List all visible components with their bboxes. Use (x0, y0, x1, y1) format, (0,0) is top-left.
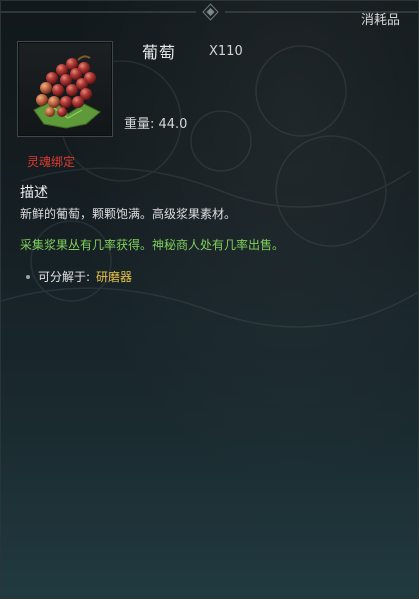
bullet-icon (26, 274, 30, 279)
grape-cluster-icon (33, 55, 101, 129)
item-category: 消耗品 (360, 13, 400, 28)
item-quantity: X110 (209, 44, 243, 59)
item-icon-frame[interactable] (17, 41, 113, 137)
acquisition-text: 采集浆果丛有几率获得。神秘商人处有几率出售。 (20, 238, 285, 252)
salvage-value[interactable]: 研磨器 (96, 268, 132, 285)
description-text: 新鲜的葡萄，颗颗饱满。高级浆果素材。 (20, 207, 237, 221)
description-title: 描述 (20, 185, 48, 201)
item-name: 葡萄 (142, 43, 177, 62)
salvage-label: 可分解于: (38, 270, 91, 284)
top-ornament (1, 3, 418, 21)
item-tooltip: 消耗品 葡萄 X110 重量: 44.0 灵魂绑定 描述 新鲜的葡萄，颗颗饱满。… (0, 0, 419, 599)
salvage-row: 可分解于: 研磨器 (26, 268, 132, 285)
soulbound-badge: 灵魂绑定 (27, 155, 76, 169)
item-weight: 重量: 44.0 (124, 117, 188, 132)
